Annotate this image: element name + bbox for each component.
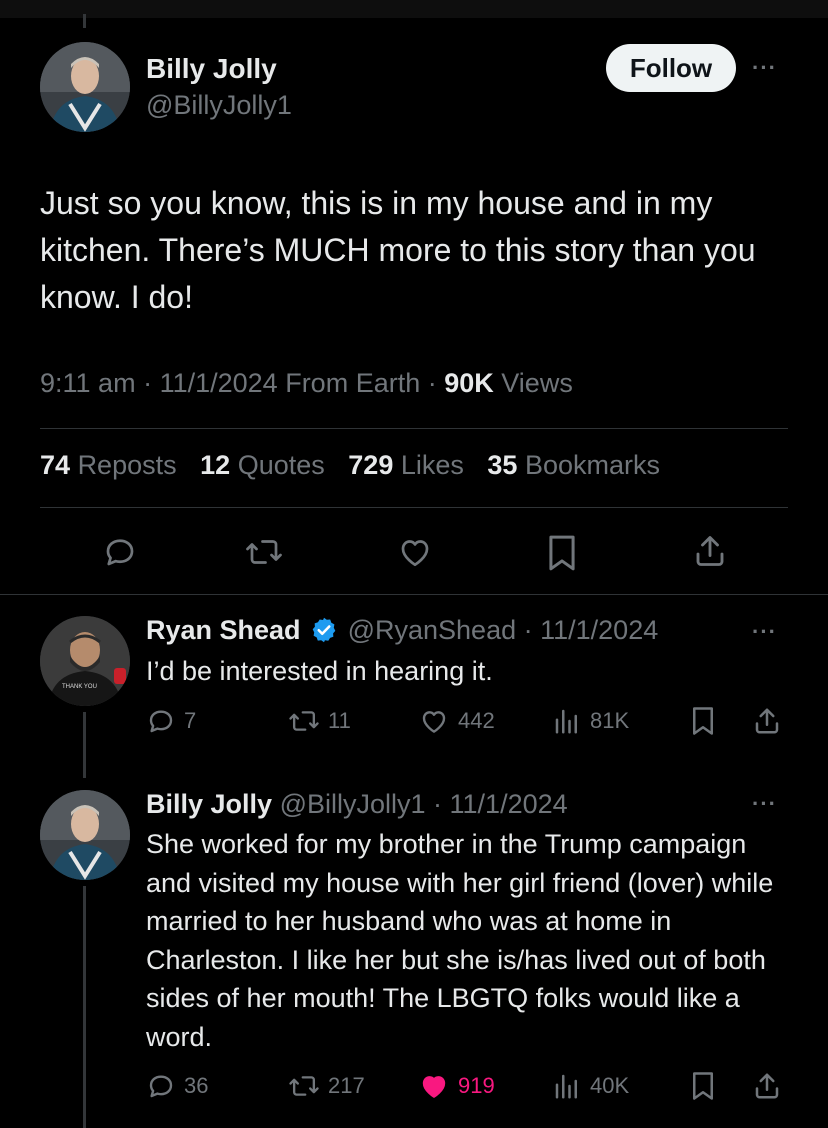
- reply-date[interactable]: 11/1/2024: [450, 789, 568, 819]
- thread-line: [83, 886, 86, 1128]
- tweet-meta: 9:11 am · 11/1/2024 From Earth · 90K Vie…: [40, 368, 573, 398]
- analytics-icon: [555, 1074, 577, 1099]
- reply-author-handle[interactable]: @BillyJolly1: [280, 789, 426, 819]
- like-count: 919: [458, 1073, 495, 1098]
- reply-author-handle[interactable]: @RyanShead: [348, 615, 517, 645]
- tweet-source: From Earth: [285, 368, 421, 398]
- engagement-stats: 74 Reposts 12 Quotes 729 Likes 35 Bookma…: [40, 450, 676, 481]
- bookmark-icon: [549, 535, 575, 571]
- more-options-icon[interactable]: ···: [752, 619, 777, 645]
- tweet-date[interactable]: 11/1/2024: [160, 368, 278, 398]
- more-options-icon[interactable]: ···: [752, 55, 777, 81]
- bookmark-icon: [693, 1072, 713, 1100]
- reply-text: I’d be interested in hearing it.: [146, 656, 493, 686]
- views-count: 81K: [590, 708, 630, 733]
- repost-icon: [289, 711, 319, 731]
- divider: [40, 507, 788, 508]
- likes-stat[interactable]: 729 Likes: [348, 450, 480, 480]
- reply-icon: [149, 1075, 173, 1098]
- reply-button[interactable]: 36: [146, 1071, 208, 1101]
- repost-count: 11: [328, 708, 351, 733]
- repost-count: 217: [328, 1073, 365, 1098]
- avatar[interactable]: [40, 790, 130, 880]
- repost-button[interactable]: 11: [288, 706, 351, 736]
- quotes-stat[interactable]: 12 Quotes: [200, 450, 341, 480]
- reply-icon: [149, 710, 173, 733]
- like-button[interactable]: 919: [418, 1071, 495, 1101]
- share-button[interactable]: [752, 705, 782, 737]
- analytics-icon: [555, 709, 577, 734]
- share-button[interactable]: [752, 1070, 782, 1102]
- avatar-image: THANK YOU: [40, 616, 130, 706]
- divider: [0, 594, 828, 595]
- bookmarks-stat[interactable]: 35 Bookmarks: [487, 450, 676, 480]
- share-icon: [755, 708, 779, 734]
- reply-author-name[interactable]: Billy Jolly: [146, 789, 272, 819]
- like-button[interactable]: [396, 534, 434, 570]
- reply-count: 7: [184, 708, 197, 733]
- reply-text: She worked for my brother in the Trump c…: [146, 829, 774, 1052]
- tweet-time[interactable]: 9:11 am: [40, 368, 136, 398]
- reposts-stat[interactable]: 74 Reposts: [40, 450, 193, 480]
- views-count: 40K: [590, 1073, 630, 1098]
- heart-icon: [401, 540, 429, 567]
- avatar-image: [40, 42, 130, 132]
- repost-icon: [246, 540, 282, 564]
- repost-icon: [289, 1076, 319, 1096]
- repost-button[interactable]: [244, 534, 284, 570]
- more-options-icon[interactable]: ···: [752, 791, 777, 817]
- views-label: Views: [501, 368, 573, 398]
- follow-button[interactable]: Follow: [606, 44, 736, 92]
- author-name[interactable]: Billy Jolly: [146, 53, 277, 85]
- like-count: 442: [458, 708, 495, 733]
- divider: [40, 428, 788, 429]
- reply-date[interactable]: 11/1/2024: [540, 615, 658, 645]
- reply-button[interactable]: [102, 534, 138, 570]
- reply-icon: [106, 539, 134, 566]
- thread-line: [83, 712, 86, 778]
- thread-line-top: [83, 14, 86, 28]
- views-button[interactable]: 40K: [552, 1071, 629, 1101]
- reply-header: Billy Jolly @BillyJolly1 · 11/1/2024: [146, 789, 568, 819]
- share-button[interactable]: [692, 532, 728, 570]
- repost-button[interactable]: 217: [288, 1071, 365, 1101]
- bookmark-button[interactable]: [690, 706, 716, 736]
- share-icon: [755, 1073, 779, 1099]
- tweet-text: Just so you know, this is in my house an…: [40, 185, 756, 315]
- reply-author-name[interactable]: Ryan Shead: [146, 615, 301, 645]
- avatar-image: [40, 790, 130, 880]
- like-button[interactable]: 442: [418, 706, 495, 736]
- top-bar: [0, 0, 828, 18]
- heart-filled-icon: [422, 1076, 446, 1098]
- reply-count: 36: [184, 1073, 209, 1098]
- reply-button[interactable]: 7: [146, 706, 196, 736]
- verified-badge-icon: [312, 617, 336, 643]
- bookmark-icon: [693, 707, 713, 735]
- views-button[interactable]: 81K: [552, 706, 629, 736]
- reply-header: Ryan Shead @RyanShead · 11/1/2024: [146, 615, 659, 645]
- share-icon: [696, 536, 724, 566]
- views-count: 90K: [444, 368, 494, 398]
- author-handle[interactable]: @BillyJolly1: [146, 90, 292, 121]
- avatar[interactable]: THANK YOU: [40, 616, 130, 706]
- avatar-shirt-text: THANK YOU: [62, 684, 97, 690]
- bookmark-button[interactable]: [546, 534, 578, 572]
- bookmark-button[interactable]: [690, 1071, 716, 1101]
- avatar[interactable]: [40, 42, 130, 132]
- heart-icon: [422, 711, 446, 733]
